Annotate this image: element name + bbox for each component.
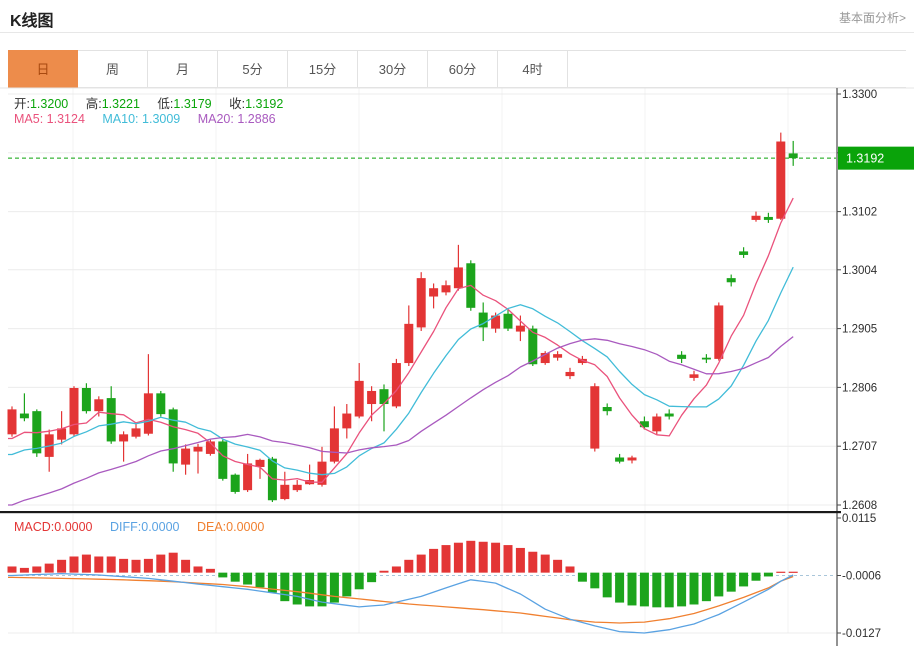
open-value: 开:1.3200: [14, 97, 69, 111]
ma5-value: MA5: 1.3124: [14, 112, 85, 126]
svg-text:1.2905: 1.2905: [842, 324, 877, 336]
svg-text:1.2806: 1.2806: [842, 382, 877, 394]
low-value: 低:1.3179: [157, 97, 212, 111]
ma-legend: MA5: 1.3124 MA10: 1.3009 MA20: 1.2886: [14, 112, 290, 126]
macd-legend: MACD:0.0000 DIFF:0.0000 DEA:0.0000: [14, 520, 278, 534]
svg-text:1.2608: 1.2608: [842, 500, 877, 512]
diff-value: DIFF:0.0000: [110, 520, 180, 534]
svg-text:1.3300: 1.3300: [842, 89, 877, 101]
svg-text:1.3192: 1.3192: [846, 152, 884, 166]
ohlc-legend: 开:1.3200 高:1.3221 低:1.3179 收:1.3192: [14, 93, 297, 112]
svg-text:1.3102: 1.3102: [842, 207, 877, 219]
svg-text:-0.0006: -0.0006: [842, 571, 881, 583]
dea-value: DEA:0.0000: [196, 520, 265, 534]
svg-text:1.2707: 1.2707: [842, 441, 877, 453]
svg-text:1.3004: 1.3004: [842, 265, 878, 277]
kline-page: K线图 基本面分析> 日周月5分15分30分60分4时 1.33001.3201…: [0, 0, 914, 646]
ma10-value: MA10: 1.3009: [102, 112, 181, 126]
svg-text:-0.0127: -0.0127: [842, 628, 881, 640]
macd-value: MACD:0.0000: [14, 520, 93, 534]
high-value: 高:1.3221: [85, 97, 140, 111]
svg-text:0.0115: 0.0115: [842, 513, 876, 525]
close-value: 收:1.3192: [229, 97, 284, 111]
ma20-value: MA20: 1.2886: [197, 112, 276, 126]
